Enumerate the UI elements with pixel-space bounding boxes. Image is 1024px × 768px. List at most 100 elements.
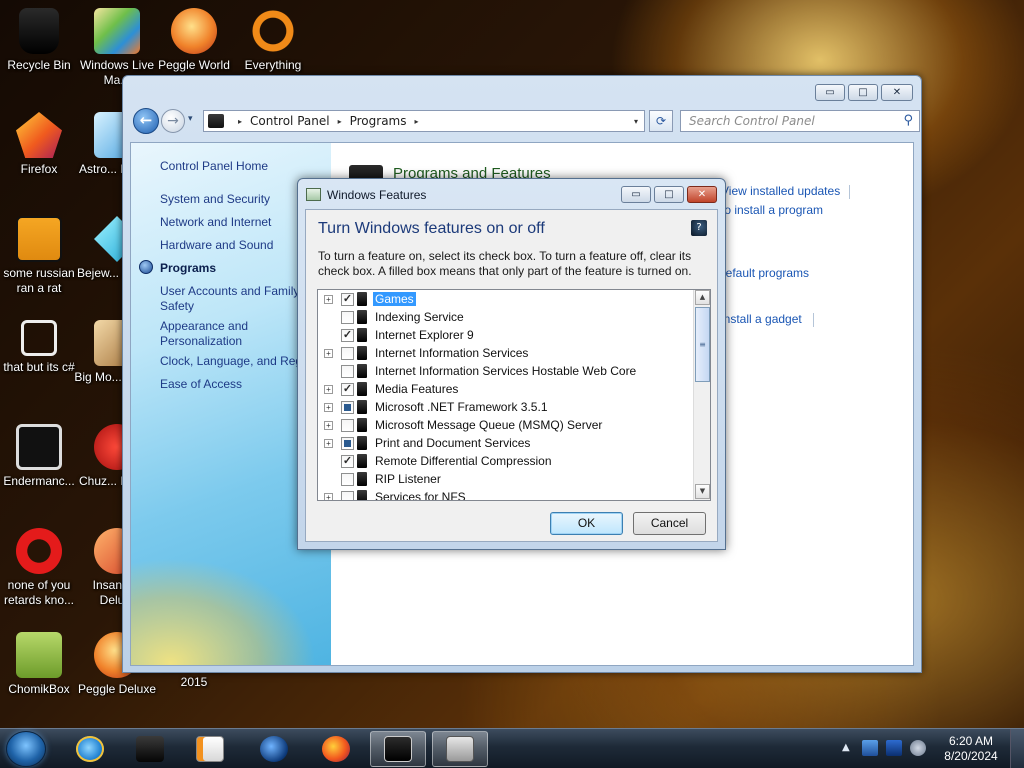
taskbar-globe-app[interactable] [246, 731, 302, 767]
ok-button[interactable]: OK [550, 512, 623, 535]
feature-row[interactable]: + Print and Document Services [318, 434, 692, 452]
feature-checkbox[interactable] [341, 436, 354, 450]
feature-checkbox[interactable] [341, 472, 354, 486]
feature-checkbox[interactable] [341, 418, 354, 432]
features-tree[interactable]: + ✓ Games Indexing Service ✓ Internet Explore… [317, 289, 711, 501]
dialog-close-button[interactable]: ✕ [687, 186, 717, 203]
taskbar-media-player[interactable] [182, 731, 238, 767]
feature-row[interactable]: + Services for NFS [318, 488, 692, 500]
feature-row[interactable]: + Microsoft .NET Framework 3.5.1 [318, 398, 692, 416]
feature-name[interactable]: Microsoft Message Queue (MSMQ) Server [373, 418, 604, 432]
desktop-icon-everything[interactable]: Everything [230, 8, 316, 73]
feature-name[interactable]: Games [373, 292, 416, 306]
feature-row[interactable]: ✓ Internet Explorer 9 [318, 326, 692, 344]
expand-icon[interactable]: + [324, 492, 333, 500]
feature-checkbox[interactable]: ✓ [341, 292, 354, 306]
feature-name[interactable]: Indexing Service [373, 310, 466, 324]
feature-row[interactable]: + ✓ Games [318, 290, 692, 308]
feature-name[interactable]: Remote Differential Compression [373, 454, 554, 468]
feature-checkbox[interactable] [341, 346, 354, 360]
refresh-button[interactable]: ⟳ [649, 110, 673, 132]
desktop-icon-firefox[interactable]: Firefox [0, 112, 82, 177]
show-hidden-icons-icon[interactable]: ▲ [842, 742, 850, 753]
breadcrumb-separator-icon[interactable]: ▸ [415, 117, 419, 126]
breadcrumb-separator-icon[interactable]: ▸ [238, 117, 242, 126]
scroll-down-button[interactable]: ▼ [695, 484, 710, 499]
desktop-icon-some-russian[interactable]: some russian ran a rat [0, 216, 82, 296]
desktop-icon-label: Everything [244, 58, 302, 72]
sidebar-home-link[interactable]: Control Panel Home [160, 159, 328, 174]
expand-icon[interactable]: + [324, 420, 333, 430]
breadcrumb-programs[interactable]: Programs [350, 114, 407, 128]
desktop-icon-peggle-world[interactable]: Peggle World [151, 8, 237, 73]
desktop-icon-none-of-you[interactable]: none of you retards kno... [0, 528, 82, 608]
feature-name[interactable]: Microsoft .NET Framework 3.5.1 [373, 400, 550, 414]
back-button[interactable]: ← [133, 108, 159, 134]
feature-name[interactable]: Internet Explorer 9 [373, 328, 476, 342]
feature-name[interactable]: Services for NFS [373, 490, 468, 500]
scroll-up-button[interactable]: ▲ [695, 290, 710, 305]
search-input[interactable]: Search Control Panel ⚲ [680, 110, 920, 132]
minimize-button[interactable]: ▭ [815, 84, 845, 101]
close-icon: ✕ [697, 189, 707, 200]
dialog-maximize-button[interactable]: □ [654, 186, 684, 203]
default-programs-link[interactable]: default programs [719, 266, 809, 280]
feature-row[interactable]: RIP Listener [318, 470, 692, 488]
maximize-button[interactable]: □ [848, 84, 878, 101]
desktop-icon-endermanch[interactable]: Endermanc... [0, 424, 82, 489]
taskbar-internet-explorer[interactable] [62, 731, 118, 767]
install-program-link[interactable]: to install a program [721, 203, 823, 217]
expand-icon[interactable]: + [324, 402, 333, 412]
address-bar[interactable]: ▸ Control Panel ▸ Programs ▸ ▾ [203, 110, 645, 132]
expand-icon[interactable]: + [324, 438, 333, 448]
breadcrumb-control-panel[interactable]: Control Panel [250, 114, 330, 128]
recent-pages-dropdown[interactable]: ▾ [188, 114, 193, 124]
clock[interactable]: 6:20 AM 8/20/2024 [936, 734, 1006, 764]
help-button[interactable]: ? [691, 220, 707, 236]
show-desktop-button[interactable] [1010, 729, 1024, 768]
scroll-thumb[interactable]: ≡ [695, 307, 710, 382]
network-tray-icon[interactable] [862, 740, 878, 756]
search-icon[interactable]: ⚲ [903, 113, 913, 128]
feature-name[interactable]: Print and Document Services [373, 436, 532, 450]
feature-name[interactable]: Internet Information Services Hostable W… [373, 364, 638, 378]
desktop-icon-recycle-bin[interactable]: Recycle Bin [0, 8, 82, 73]
feature-checkbox[interactable] [341, 364, 354, 378]
breadcrumb-separator-icon[interactable]: ▸ [338, 117, 342, 126]
install-gadget-link[interactable]: install a gadget [721, 312, 802, 326]
feature-row[interactable]: + Microsoft Message Queue (MSMQ) Server [318, 416, 692, 434]
feature-name[interactable]: Internet Information Services [373, 346, 530, 360]
feature-row[interactable]: Indexing Service [318, 308, 692, 326]
taskbar-control-panel-active[interactable] [370, 731, 426, 767]
start-button[interactable] [6, 731, 46, 767]
close-button[interactable]: ✕ [881, 84, 913, 101]
forward-button[interactable]: → [161, 109, 185, 133]
expand-icon[interactable]: + [324, 384, 333, 394]
feature-row[interactable]: + ✓ Media Features [318, 380, 692, 398]
feature-checkbox[interactable] [341, 400, 354, 414]
desktop-icon-chomikbox[interactable]: ChomikBox [0, 632, 82, 697]
desktop-icon-that-but-c[interactable]: that but its c# [0, 320, 82, 375]
feature-checkbox[interactable] [341, 310, 354, 324]
feature-checkbox[interactable]: ✓ [341, 382, 354, 396]
expand-icon[interactable]: + [324, 348, 333, 358]
taskbar-firefox[interactable] [308, 731, 364, 767]
feature-row[interactable]: + Internet Information Services [318, 344, 692, 362]
display-tray-icon[interactable] [886, 740, 902, 756]
cancel-button[interactable]: Cancel [633, 512, 706, 535]
feature-name[interactable]: RIP Listener [373, 472, 443, 486]
features-scrollbar[interactable]: ▲ ≡ ▼ [693, 290, 710, 500]
expand-icon[interactable]: + [324, 294, 333, 304]
feature-row[interactable]: ✓ Remote Differential Compression [318, 452, 692, 470]
view-installed-updates-link[interactable]: View installed updates [721, 184, 840, 198]
taskbar-windows-features[interactable] [432, 731, 488, 767]
feature-name[interactable]: Media Features [373, 382, 460, 396]
feature-checkbox[interactable] [341, 490, 354, 500]
feature-checkbox[interactable]: ✓ [341, 328, 354, 342]
taskbar-control-panel[interactable] [122, 731, 178, 767]
address-history-dropdown[interactable]: ▾ [634, 117, 638, 126]
feature-checkbox[interactable]: ✓ [341, 454, 354, 468]
dialog-minimize-button[interactable]: ▭ [621, 186, 651, 203]
feature-row[interactable]: Internet Information Services Hostable W… [318, 362, 692, 380]
volume-tray-icon[interactable] [910, 740, 926, 756]
